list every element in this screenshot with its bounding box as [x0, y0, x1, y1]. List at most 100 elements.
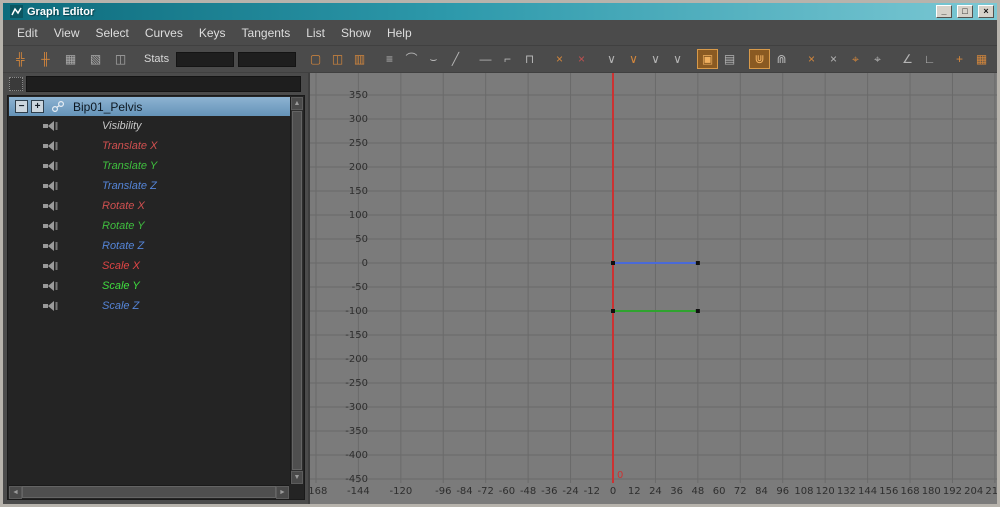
menu-item-list[interactable]: List [298, 23, 333, 43]
normalized-view-icon[interactable]: ▥ [349, 49, 370, 69]
y-axis-tick-label: 50 [355, 234, 368, 245]
unify-tangents-icon[interactable]: ∨ [623, 49, 644, 69]
load-current-selection-icon[interactable]: ▤ [719, 49, 740, 69]
graph-view[interactable]: 350300250200150100500-50-100-150-200-250… [308, 73, 997, 504]
x-axis-tick-label: 84 [755, 486, 768, 497]
keyframe[interactable] [611, 309, 615, 313]
outliner-vertical-scrollbar[interactable]: ▲ ▼ [290, 97, 303, 484]
x-axis-tick-label: 192 [943, 486, 962, 497]
channel-row[interactable]: Rotate X [9, 196, 290, 216]
horizontal-scrollbar-thumb[interactable] [22, 486, 276, 498]
post-infinity-cycle-icon[interactable]: ∟ [919, 49, 940, 69]
graph-canvas[interactable]: 350300250200150100500-50-100-150-200-250… [310, 73, 997, 504]
channel-mute-icon[interactable] [43, 181, 58, 191]
step-tangents-icon[interactable]: ⌐ [497, 49, 518, 69]
spline-tangents-icon[interactable]: ⌒ [401, 49, 422, 69]
select-keys-tool-icon[interactable]: ▧ [84, 49, 107, 69]
stats-field-2[interactable] [238, 52, 296, 67]
channel-row[interactable]: Rotate Z [9, 236, 290, 256]
title-bar[interactable]: Graph Editor _ □ × [3, 3, 997, 20]
channel-mute-icon[interactable] [43, 161, 58, 171]
menu-item-tangents[interactable]: Tangents [234, 23, 299, 43]
value-snap-icon[interactable]: ⋒ [771, 49, 792, 69]
insert-keys-tool-icon[interactable]: ╫ [34, 49, 57, 69]
linear-tangents-icon[interactable]: ╱ [445, 49, 466, 69]
channel-row[interactable]: Visibility [9, 116, 290, 136]
channel-row[interactable]: Translate Z [9, 176, 290, 196]
channel-row[interactable]: Scale Z [9, 296, 290, 316]
absolute-view-icon[interactable]: ▢ [305, 49, 326, 69]
trax-editor-icon[interactable]: ▤ [993, 49, 1000, 69]
plateau-tangents-icon[interactable]: ⊓ [519, 49, 540, 69]
x-axis-tick-label: -24 [562, 486, 578, 497]
pre-infinity-cycle-icon[interactable]: ∠ [897, 49, 918, 69]
add-keys-tool-icon[interactable]: + [949, 49, 970, 69]
scroll-right-button[interactable]: ► [276, 486, 289, 499]
keyframe[interactable] [611, 261, 615, 265]
dope-sheet-icon[interactable]: ▦ [971, 49, 992, 69]
unpin-channel-icon[interactable]: ⌖ [867, 49, 888, 69]
clamped-tangents-icon[interactable]: ⌣ [423, 49, 444, 69]
channel-mute-icon[interactable] [43, 201, 58, 211]
channel-mute-icon[interactable] [43, 141, 58, 151]
swap-buffer-curves-icon[interactable]: × [571, 49, 592, 69]
y-axis-tick-label: 150 [349, 186, 368, 197]
y-axis-tick-label: 0 [362, 258, 368, 269]
menu-item-select[interactable]: Select [87, 23, 136, 43]
untemplate-channel-icon[interactable]: × [823, 49, 844, 69]
outliner-horizontal-scrollbar[interactable]: ◄ ► [9, 485, 289, 498]
scroll-down-button[interactable]: ▼ [291, 471, 303, 484]
break-tangents-icon[interactable]: ∨ [601, 49, 622, 69]
channel-row[interactable]: Rotate Y [9, 216, 290, 236]
collapse-button[interactable]: − [15, 100, 28, 113]
close-button[interactable]: × [978, 5, 994, 18]
scroll-left-button[interactable]: ◄ [9, 486, 22, 499]
minimize-button[interactable]: _ [936, 5, 952, 18]
channel-mute-icon[interactable] [43, 301, 58, 311]
outliner-filter-icon[interactable] [9, 77, 23, 91]
insert-key-icon[interactable]: ≡ [379, 49, 400, 69]
move-nearest-picked-key-tool-icon[interactable]: ╬ [9, 49, 32, 69]
stacked-view-icon[interactable]: ◫ [327, 49, 348, 69]
menu-item-curves[interactable]: Curves [137, 23, 191, 43]
menu-item-keys[interactable]: Keys [191, 23, 234, 43]
keyframe[interactable] [696, 261, 700, 265]
auto-load-graph-editor-icon[interactable]: ▣ [697, 49, 718, 69]
flat-tangents-icon[interactable]: — [475, 49, 496, 69]
expand-button[interactable]: + [31, 100, 44, 113]
menu-item-show[interactable]: Show [333, 23, 379, 43]
region-keys-tool-icon[interactable]: ◫ [109, 49, 132, 69]
channel-row[interactable]: Scale X [9, 256, 290, 276]
menu-item-view[interactable]: View [46, 23, 88, 43]
graph-editor-window: Graph Editor _ □ × EditViewSelectCurvesK… [0, 0, 1000, 507]
selected-node-row[interactable]: − + Bip01_Pelvis [9, 97, 290, 116]
outliner-search-input[interactable] [26, 76, 301, 92]
x-axis-tick-label: -120 [389, 486, 412, 497]
channel-row[interactable]: Scale Y [9, 276, 290, 296]
x-axis-tick-label: 120 [816, 486, 835, 497]
template-channel-icon[interactable]: × [801, 49, 822, 69]
y-axis-tick-label: 100 [349, 210, 368, 221]
buffer-curve-snapshot-icon[interactable]: × [549, 49, 570, 69]
channel-row[interactable]: Translate Y [9, 156, 290, 176]
lattice-deform-keys-tool-icon[interactable]: ▦ [59, 49, 82, 69]
channel-row[interactable]: Translate X [9, 136, 290, 156]
pin-channel-icon[interactable]: ⌖ [845, 49, 866, 69]
free-tangent-weight-icon[interactable]: ∨ [645, 49, 666, 69]
maximize-button[interactable]: □ [957, 5, 973, 18]
channel-label: Translate X [102, 140, 157, 152]
menu-item-edit[interactable]: Edit [9, 23, 46, 43]
time-snap-icon[interactable]: ⋓ [749, 49, 770, 69]
scroll-up-button[interactable]: ▲ [291, 97, 303, 110]
vertical-scrollbar-thumb[interactable] [292, 111, 302, 470]
channel-mute-icon[interactable] [43, 221, 58, 231]
stats-field-1[interactable] [176, 52, 234, 67]
channel-mute-icon[interactable] [43, 121, 58, 131]
channel-mute-icon[interactable] [43, 261, 58, 271]
window-title: Graph Editor [27, 6, 931, 18]
lock-tangent-weight-icon[interactable]: ∨ [667, 49, 688, 69]
keyframe[interactable] [696, 309, 700, 313]
channel-mute-icon[interactable] [43, 281, 58, 291]
channel-mute-icon[interactable] [43, 241, 58, 251]
menu-item-help[interactable]: Help [379, 23, 420, 43]
